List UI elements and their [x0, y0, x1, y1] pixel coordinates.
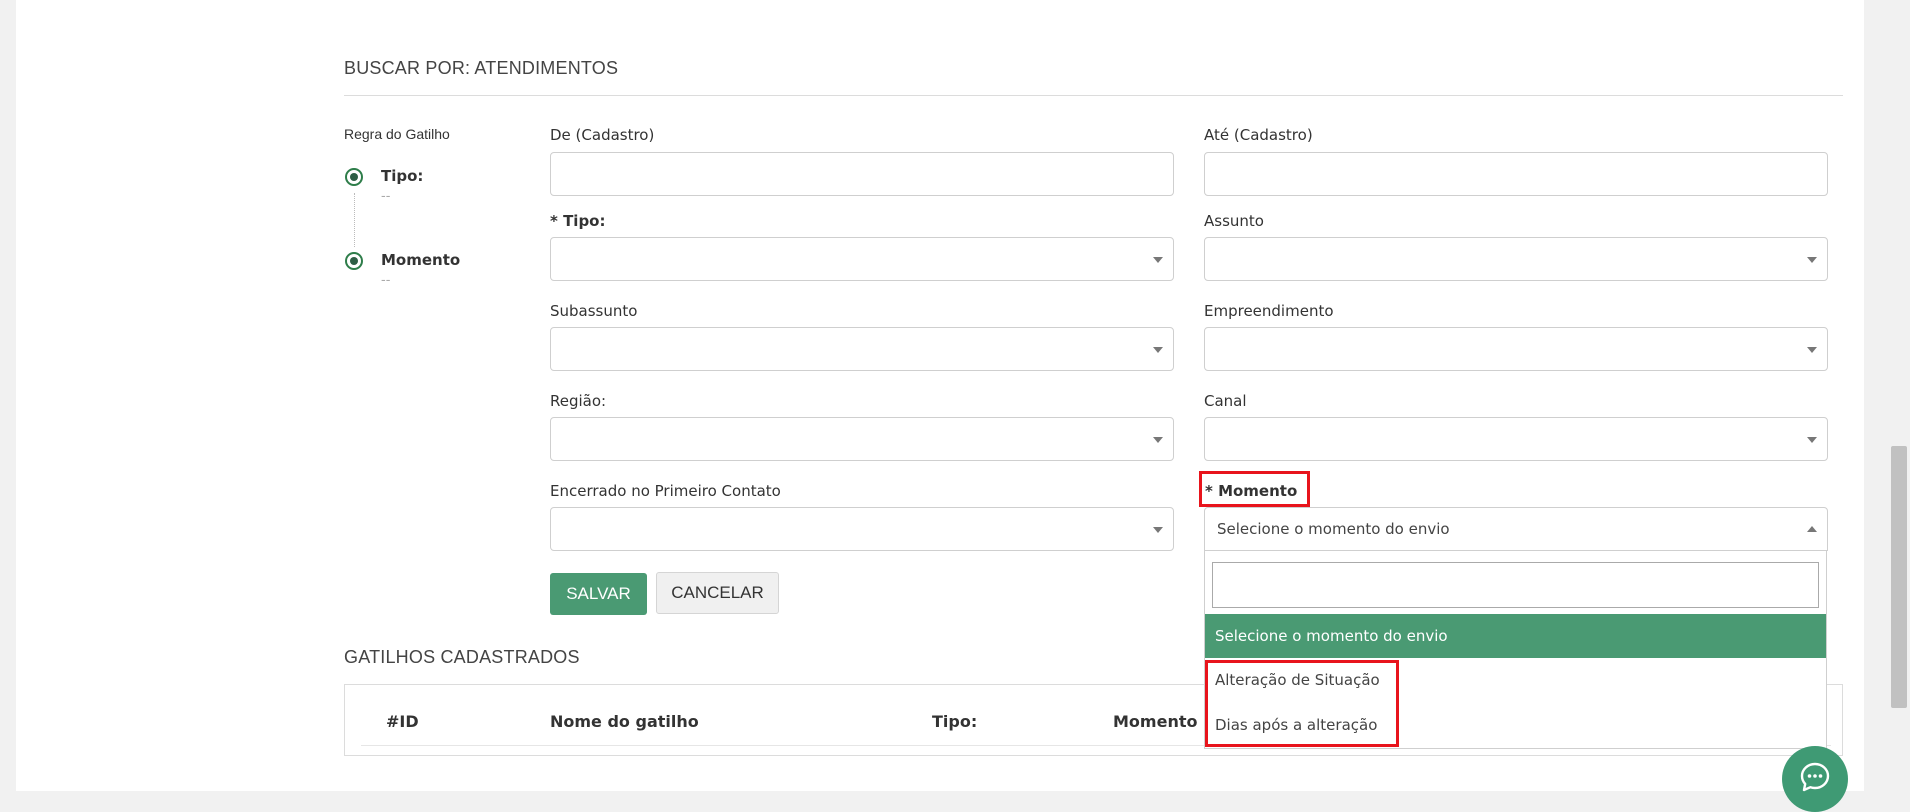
chevron-down-icon: [1153, 257, 1163, 263]
step-momento-label: Momento: [381, 251, 461, 269]
subassunto-select[interactable]: [550, 327, 1174, 371]
encerrado-select[interactable]: [550, 507, 1174, 551]
chevron-down-icon: [1153, 527, 1163, 533]
regiao-label: Região:: [550, 392, 607, 410]
subassunto-label: Subassunto: [550, 302, 638, 320]
vertical-scrollbar[interactable]: [1888, 0, 1910, 791]
encerrado-label: Encerrado no Primeiro Contato: [550, 482, 781, 500]
de-cadastro-input[interactable]: [550, 152, 1174, 196]
regiao-select[interactable]: [550, 417, 1174, 461]
assunto-label: Assunto: [1204, 212, 1264, 230]
chat-button[interactable]: [1782, 746, 1848, 812]
momento-value: Selecione o momento do envio: [1217, 520, 1450, 538]
save-button[interactable]: SALVAR: [550, 573, 647, 615]
cancel-button[interactable]: CANCELAR: [656, 572, 779, 614]
momento-label-highlight: [1199, 471, 1310, 507]
empreendimento-label: Empreendimento: [1204, 302, 1334, 320]
empreendimento-select[interactable]: [1204, 327, 1828, 371]
scrollbar-thumb[interactable]: [1891, 446, 1907, 708]
canal-select[interactable]: [1204, 417, 1828, 461]
momento-search-input[interactable]: [1212, 562, 1819, 608]
dropdown-option[interactable]: Selecione o momento do envio: [1205, 614, 1826, 658]
section-divider: [344, 95, 1843, 96]
chevron-down-icon: [1153, 437, 1163, 443]
de-cadastro-label: De (Cadastro): [550, 126, 655, 144]
chevron-down-icon: [1807, 257, 1817, 263]
steps-title: Regra do Gatilho: [344, 126, 450, 142]
chevron-down-icon: [1807, 437, 1817, 443]
chevron-down-icon: [1153, 347, 1163, 353]
column-header-name: Nome do gatilho: [550, 712, 699, 731]
ate-cadastro-label: Até (Cadastro): [1204, 126, 1313, 144]
step-connector: [354, 193, 355, 247]
column-header-tipo: Tipo:: [932, 712, 978, 731]
ate-cadastro-input[interactable]: [1204, 152, 1828, 196]
step-tipo-value: --: [381, 189, 391, 204]
step-tipo-label: Tipo:: [381, 167, 424, 185]
step-momento-radio: [345, 252, 363, 270]
step-momento-value: --: [381, 273, 391, 288]
step-tipo-radio: [345, 168, 363, 186]
tipo-select[interactable]: [550, 237, 1174, 281]
assunto-select[interactable]: [1204, 237, 1828, 281]
tipo-label: * Tipo:: [550, 212, 606, 230]
section-search-title: BUSCAR POR: ATENDIMENTOS: [344, 58, 619, 78]
canal-label: Canal: [1204, 392, 1247, 410]
momento-select[interactable]: Selecione o momento do envio: [1204, 507, 1828, 551]
options-highlight: [1205, 660, 1399, 747]
column-header-id: #ID: [386, 712, 419, 731]
column-header-momento: Momento: [1113, 712, 1198, 731]
chat-bubble-icon: [1800, 762, 1830, 792]
chevron-down-icon: [1807, 347, 1817, 353]
chevron-up-icon: [1807, 526, 1817, 532]
section-triggers-title: GATILHOS CADASTRADOS: [344, 647, 580, 667]
